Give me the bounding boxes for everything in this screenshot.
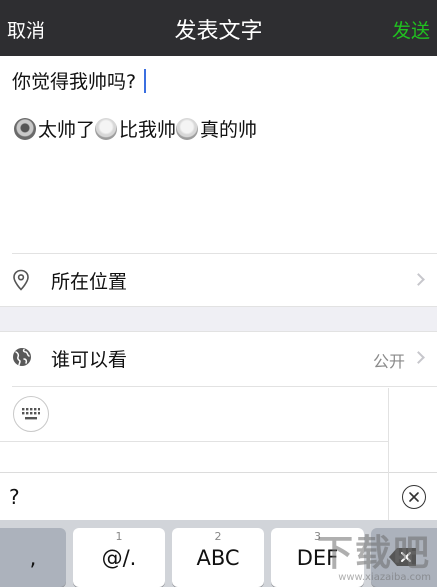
key-label: @/. [101,546,137,570]
section-separator [0,306,437,332]
radio-selected-icon [14,117,36,140]
divider [0,306,437,307]
input-text: ? [9,485,20,509]
radio-option-1[interactable]: 太帅了 [14,115,95,142]
watermark: 下载吧 www.xiazaiba.com [316,533,431,584]
visibility-row[interactable]: 谁可以看 公开 [0,332,437,384]
key-number: 1 [115,530,123,543]
navigation-bar: 取消 发表文字 发送 [0,0,437,56]
visibility-label: 谁可以看 [51,349,128,371]
radio-option-group: 太帅了 比我帅 真的帅 [14,115,257,142]
text-cursor [144,68,147,93]
key-2[interactable]: 2 ABC [172,528,264,587]
chevron-right-icon [412,351,425,364]
location-label: 所在位置 [51,271,128,293]
radio-option-label: 比我帅 [119,119,177,141]
divider [0,441,388,442]
key-number: 2 [214,530,222,543]
compose-text: 你觉得我帅吗? [12,71,137,93]
clear-input-button[interactable] [402,485,426,509]
keyboard-icon [22,408,40,420]
visibility-value: 公开 [372,352,405,371]
side-panel [388,388,437,472]
divider [12,386,437,387]
location-row[interactable]: 所在位置 [0,254,437,306]
send-button[interactable]: 发送 [392,16,430,43]
key-label: , [29,546,37,570]
key-1[interactable]: 1 @/. [73,528,165,587]
key-label: ABC [196,546,240,570]
radio-unselected-icon [176,117,199,140]
radio-option-2[interactable]: 比我帅 [95,115,176,142]
radio-unselected-icon [95,117,118,140]
reply-input-bar[interactable]: ? [0,472,437,520]
key-comma[interactable]: , [0,528,66,587]
radio-option-3[interactable]: 真的帅 [176,115,257,142]
compose-text-area[interactable]: 你觉得我帅吗? [12,67,147,94]
keyboard-toggle-button[interactable] [13,396,49,432]
globe-icon [12,347,32,371]
chevron-right-icon [412,273,425,286]
close-icon [409,492,419,502]
divider [388,472,389,520]
radio-option-label: 真的帅 [200,119,258,141]
location-pin-icon [12,269,30,295]
watermark-logo: 下载吧 [316,533,431,574]
radio-option-label: 太帅了 [38,119,96,141]
page-title: 发表文字 [174,19,263,44]
